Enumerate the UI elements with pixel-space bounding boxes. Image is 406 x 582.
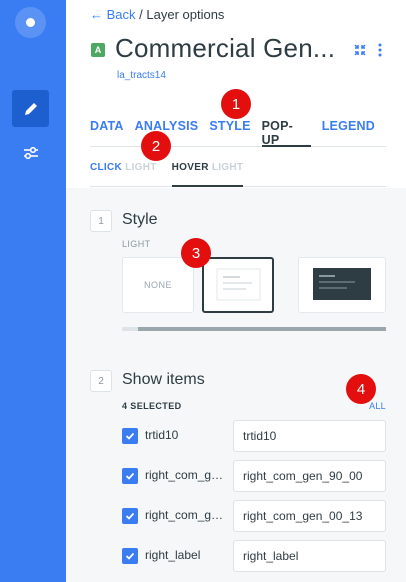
item-label: trtid10 (145, 428, 179, 442)
section-title-style: Style (122, 211, 158, 228)
item-title-input[interactable]: right_com_gen_90_00 (233, 460, 386, 492)
pencil-icon (24, 102, 37, 115)
layer-options-panel: ← Back / Layer options A Commercial Gen.… (66, 0, 406, 582)
back-arrow-icon: ← (90, 7, 107, 22)
popup-subtabs: CLICK LIGHT HOVER LIGHT (90, 158, 386, 187)
section-title-show-items: Show items (122, 371, 205, 388)
app-logo[interactable] (15, 7, 46, 38)
annotation-marker-4: 4 (346, 374, 376, 404)
more-options-icon[interactable] (378, 43, 382, 57)
list-item: right_com_gen_90_00 right_com_gen_90_00 (122, 460, 386, 492)
light-popup-preview-icon (216, 268, 261, 301)
item-checkbox[interactable] (122, 468, 138, 484)
style-caption: LIGHT (122, 239, 151, 249)
layer-tabs: DATA ANALYSIS STYLE POP-UP LEGEND (90, 117, 386, 147)
tab-pop-up[interactable]: POP-UP (261, 117, 311, 147)
item-label: right_label (145, 548, 201, 562)
select-all-link[interactable]: ALL (369, 401, 386, 411)
back-link[interactable]: ← Back (90, 7, 136, 22)
dark-popup-preview-icon (313, 268, 371, 300)
breadcrumb-current: Layer options (146, 7, 225, 22)
item-label: right_com_gen_90_00 (145, 468, 227, 482)
breadcrumb-separator: / (135, 7, 147, 22)
edit-nav-button[interactable] (12, 90, 49, 127)
center-focus-icon[interactable] (352, 42, 368, 58)
layer-badge: A (91, 43, 105, 57)
style-option-dark[interactable] (298, 257, 386, 313)
settings-nav-button[interactable] (12, 134, 49, 171)
item-label: right_com_gen_00_13 (145, 508, 227, 522)
scrollbar-thumb[interactable] (138, 327, 386, 331)
layer-tools (352, 42, 382, 58)
annotation-marker-2: 2 (141, 131, 171, 161)
check-icon (125, 432, 135, 440)
list-item: trtid10 trtid10 (122, 420, 386, 452)
item-checkbox[interactable] (122, 508, 138, 524)
step-number: 2 (90, 370, 112, 392)
item-title-input[interactable]: trtid10 (233, 420, 386, 452)
item-checkbox[interactable] (122, 548, 138, 564)
breadcrumb: ← Back / Layer options (90, 7, 224, 22)
style-options-scrollbar[interactable] (122, 327, 386, 331)
tab-data[interactable]: DATA (90, 117, 124, 147)
item-title-input[interactable]: right_label (233, 540, 386, 572)
style-option-light[interactable] (202, 257, 274, 313)
item-title-input[interactable]: right_com_gen_00_13 (233, 500, 386, 532)
annotation-marker-1: 1 (221, 89, 251, 119)
list-item: right_label right_label (122, 540, 386, 572)
list-item: right_com_gen_00_13 right_com_gen_00_13 (122, 500, 386, 532)
style-option-none[interactable]: NONE (122, 257, 194, 313)
subtab-hover[interactable]: HOVER LIGHT (171, 158, 244, 187)
check-icon (125, 472, 135, 480)
check-icon (125, 512, 135, 520)
sliders-icon (23, 146, 38, 159)
layer-source[interactable]: la_tracts14 (117, 70, 166, 81)
item-checkbox[interactable] (122, 428, 138, 444)
step-number: 1 (90, 210, 112, 232)
sidebar (0, 0, 66, 582)
tab-style[interactable]: STYLE (209, 117, 250, 147)
check-icon (125, 552, 135, 560)
annotation-marker-3: 3 (181, 238, 211, 268)
tab-legend[interactable]: LEGEND (322, 117, 375, 147)
layer-title[interactable]: Commercial Gen... (115, 33, 335, 64)
subtab-click[interactable]: CLICK LIGHT (90, 158, 157, 187)
selected-count: 4 SELECTED (122, 401, 182, 411)
